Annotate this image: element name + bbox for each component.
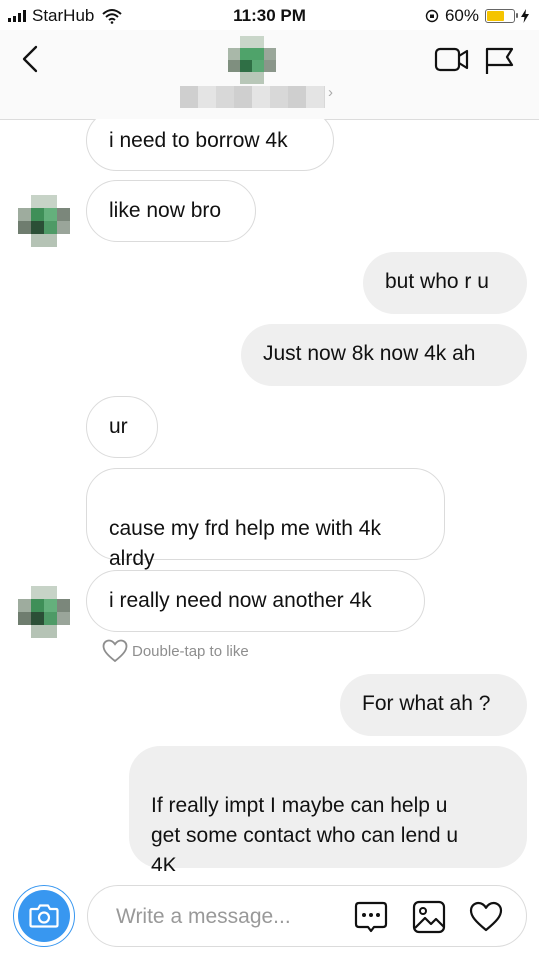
message-thread[interactable]: i need to borrow 4k like now bro but who…: [0, 119, 539, 871]
charging-icon: [521, 9, 529, 23]
camera-button[interactable]: [13, 885, 75, 947]
message-bubble[interactable]: If really impt I maybe can help u get so…: [129, 746, 527, 871]
message-input[interactable]: [114, 886, 348, 947]
message-bubble[interactable]: like now bro: [86, 180, 256, 242]
contact-avatar[interactable]: [228, 36, 276, 84]
message-bubble[interactable]: i need to borrow 4k: [86, 119, 334, 171]
contact-name-blurred[interactable]: [180, 86, 325, 108]
message-text: i really need now another 4k: [109, 589, 372, 612]
battery-icon: [485, 9, 518, 23]
chevron-right-icon[interactable]: ›: [328, 84, 333, 101]
message-bubble[interactable]: cause my frd help me with 4k alrdy: [86, 468, 445, 570]
orientation-lock-icon: [425, 9, 439, 23]
message-bubble[interactable]: ur: [86, 396, 158, 458]
message-bubble[interactable]: but who r u: [363, 252, 527, 314]
message-bubble[interactable]: i really need now another 4k: [86, 570, 425, 632]
camera-button-inner: [18, 890, 70, 942]
battery-percent: 60%: [444, 6, 479, 25]
sender-avatar[interactable]: [18, 195, 70, 247]
heart-outline-icon: [102, 639, 128, 663]
message-composer: [0, 871, 539, 960]
message-input-wrapper: [87, 885, 527, 947]
status-bar: StarHub 11:30 PM 60%: [0, 0, 539, 30]
status-right: 60%: [425, 6, 529, 26]
message-bubble[interactable]: For what ah ?: [340, 674, 527, 736]
message-options-icon[interactable]: [354, 900, 388, 934]
gallery-icon[interactable]: [412, 900, 446, 934]
camera-icon: [29, 904, 59, 928]
heart-icon[interactable]: [469, 900, 503, 934]
message-text: Just now 8k now 4k ah: [263, 342, 476, 365]
message-text: like now bro: [109, 199, 222, 222]
message-text: ur: [109, 415, 128, 438]
double-tap-like-hint[interactable]: Double-tap to like: [102, 639, 249, 663]
video-call-icon[interactable]: [434, 44, 470, 74]
like-hint-text: Double-tap to like: [132, 642, 249, 660]
message-text: For what ah ?: [362, 692, 491, 715]
message-text: i need to borrow 4k: [109, 129, 288, 152]
sender-avatar[interactable]: [18, 586, 70, 638]
back-icon[interactable]: [16, 44, 46, 74]
message-text: If really impt I maybe can help u get so…: [151, 794, 459, 871]
message-bubble[interactable]: Just now 8k now 4k ah: [241, 324, 527, 386]
message-text: cause my frd help me with 4k alrdy: [109, 517, 381, 570]
chat-header: ›: [0, 30, 539, 120]
flag-icon[interactable]: [484, 44, 516, 76]
message-text: but who r u: [385, 270, 489, 293]
